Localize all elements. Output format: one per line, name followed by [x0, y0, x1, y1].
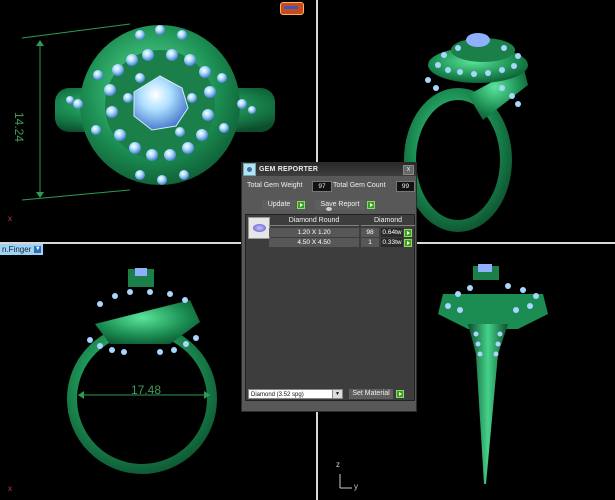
total-gem-count-value: 99: [396, 181, 415, 192]
gem-reporter-title-bar[interactable]: GEM REPORTER x: [242, 163, 416, 176]
chevron-down-icon[interactable]: ▼: [34, 246, 42, 253]
update-go-icon[interactable]: [297, 201, 305, 209]
table-row-size: 1.20 X 1.20: [269, 228, 359, 237]
set-material-go-icon[interactable]: [396, 390, 404, 398]
axis-x-label: x: [8, 214, 12, 223]
column-header-shape: Diamond Round: [269, 217, 359, 226]
row-go-icon[interactable]: [404, 239, 412, 247]
axis-x-label: x: [8, 484, 12, 493]
total-gem-weight-label: Total Gem Weight: [247, 182, 303, 189]
view-selector[interactable]: n.Finger ▼: [0, 244, 44, 255]
dimension-label-inner-diameter: 17.48: [131, 383, 162, 397]
material-select-value: Diamond (3.52 spg): [251, 392, 304, 398]
gem-reporter-panel: GEM REPORTER x Total Gem Weight 97 Total…: [241, 162, 417, 412]
gem-thumbnail-icon[interactable]: [248, 217, 270, 239]
material-row: Diamond (3.52 spg) ▼ Set Material: [245, 389, 415, 400]
row-go-icon[interactable]: [404, 229, 412, 237]
axis-y-label: y: [354, 482, 358, 491]
table-row-count: 98: [361, 228, 379, 237]
gem-reporter-app-icon: [243, 163, 256, 176]
material-select[interactable]: Diamond (3.52 spg) ▼: [248, 389, 343, 399]
gem-list: Diamond Round Diamond 1.20 X 1.20 98 0.6…: [245, 214, 415, 401]
save-report-button[interactable]: Save Report: [315, 200, 365, 210]
chevron-down-icon[interactable]: ▼: [332, 390, 342, 398]
dimension-label-height: 14.24: [12, 112, 26, 143]
totals-row: Total Gem Weight 97 Total Gem Count 99: [245, 180, 415, 192]
column-header-material: Diamond: [361, 217, 415, 226]
table-row-carat: 0.64tw: [381, 228, 403, 237]
gem-reporter-title: GEM REPORTER: [259, 166, 319, 173]
splitter-handle[interactable]: [326, 207, 332, 211]
save-report-go-icon[interactable]: [367, 201, 375, 209]
close-icon[interactable]: x: [403, 165, 414, 175]
total-gem-weight-value: 97: [312, 181, 332, 192]
total-gem-count-label: Total Gem Count: [333, 182, 386, 189]
table-row-count: 1: [361, 238, 379, 247]
view-selector-label: n.Finger: [2, 245, 32, 254]
update-button[interactable]: Update: [262, 200, 296, 210]
table-row-carat: 0.33tw: [381, 238, 403, 247]
set-material-button[interactable]: Set Material: [349, 389, 393, 399]
table-row-size: 4.50 X 4.50: [269, 238, 359, 247]
axis-z-label: z: [336, 460, 340, 469]
logo-badge-icon: [280, 2, 304, 15]
